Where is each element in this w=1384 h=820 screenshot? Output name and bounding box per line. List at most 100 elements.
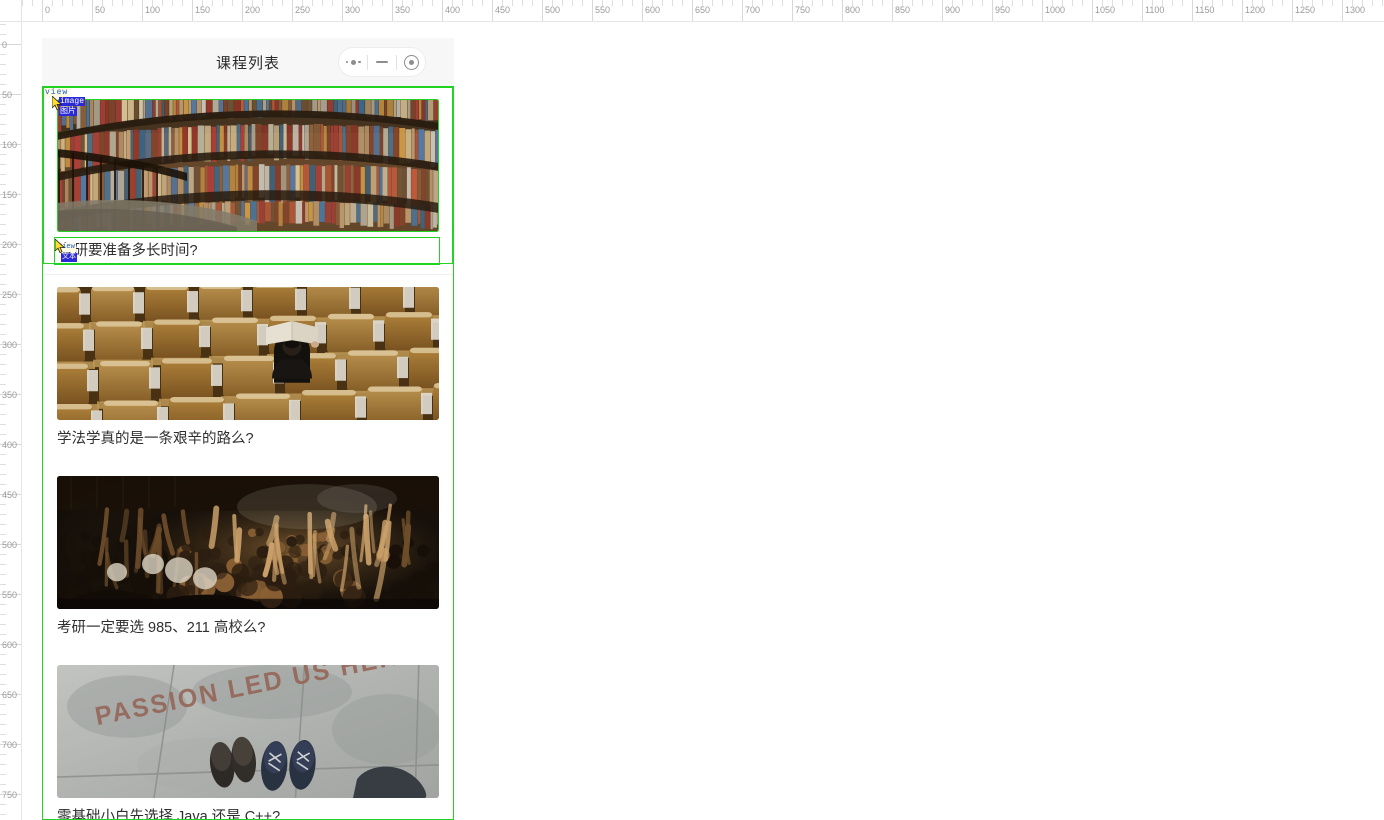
ruler-tick-minor (0, 184, 6, 185)
ruler-tick-minor (1022, 0, 1023, 6)
more-menu-button[interactable] (339, 48, 367, 76)
ruler-tick-minor (0, 474, 6, 475)
ruler-tick-minor (0, 34, 6, 35)
ruler-tick-minor (0, 154, 6, 155)
ruler-tick-minor (0, 524, 6, 525)
ruler-tick-minor (262, 0, 263, 6)
ruler-tick-minor (132, 0, 133, 6)
ruler-label-v: 0 (2, 40, 8, 50)
ruler-tick-minor (1072, 0, 1073, 6)
ruler-tick-minor (0, 614, 6, 615)
list-item[interactable]: 考研一定要选 985、211 高校么? (43, 464, 453, 639)
list-item-title[interactable]: 考研要准备多长时间? (54, 237, 440, 265)
ruler-tick-minor (912, 0, 913, 6)
library-bookshelves-photo (57, 99, 439, 232)
ruler-label-v: 450 (2, 490, 18, 500)
ruler-tick-minor (0, 764, 6, 765)
capsule-button-group[interactable] (338, 47, 426, 77)
list-item-image[interactable]: PASSION LED US HERE (57, 665, 439, 798)
vertical-ruler: 0 50 100 150 200 250 300 350 400 450 500 550 600 650 7… (0, 0, 22, 820)
ruler-label-v: 100 (2, 140, 18, 150)
thumbnail-wrapper: image 图片 (43, 87, 453, 232)
ruler-tick-minor (0, 284, 6, 285)
list-item-image[interactable] (57, 99, 439, 232)
navigation-bar: 课程列表 (42, 38, 454, 86)
ruler-tick-minor (512, 0, 513, 6)
thumbnail-wrapper (43, 275, 453, 420)
thumbnail-wrapper (43, 464, 453, 609)
ruler-tick-minor (282, 0, 283, 6)
ruler-label-v: 50 (2, 90, 13, 100)
ruler-label-h: 1050 (1095, 5, 1116, 15)
close-target-button[interactable] (397, 48, 425, 76)
ruler-tick-minor (712, 0, 713, 6)
ruler-label-h: 1150 (1195, 5, 1215, 15)
list-item-image[interactable] (57, 476, 439, 609)
ruler-tick-minor (722, 0, 723, 6)
list-item-title[interactable]: 考研一定要选 985、211 高校么? (57, 617, 439, 639)
list-item[interactable]: image 图片 考研要准备多长时间? view 文本 (43, 87, 453, 265)
ruler-tick-minor (0, 484, 6, 485)
ruler-tick-minor (0, 364, 6, 365)
ruler-tick-minor (382, 0, 383, 6)
ruler-tick-minor (82, 0, 83, 6)
ruler-tick-minor (0, 504, 6, 505)
ruler-tick-minor (0, 724, 6, 725)
ruler-label-v: 650 (2, 690, 18, 700)
ruler-tick-minor (222, 0, 223, 6)
ruler-label-h: 800 (845, 5, 861, 15)
ruler-tick-minor (812, 0, 813, 6)
ruler-label-h: 200 (245, 5, 261, 15)
list-item[interactable]: 学法学真的是一条艰辛的路么? (43, 275, 453, 450)
ruler-tick-minor (622, 0, 623, 6)
ruler-tick-minor (0, 704, 6, 705)
ruler-tick-minor (0, 424, 6, 425)
ruler-label-v: 600 (2, 640, 18, 650)
ruler-tick-minor (822, 0, 823, 6)
ruler-tick-minor (482, 0, 483, 6)
ruler-tick-minor (0, 274, 6, 275)
ruler-tick-minor (0, 64, 6, 65)
ruler-tick-minor (232, 0, 233, 6)
more-dots-icon (345, 59, 361, 65)
list-item-title[interactable]: 零基础小白先选择 Java 还是 C++? (57, 806, 439, 819)
ruler-tick-minor (0, 684, 6, 685)
inspector-tag-image-cn: 图片 (59, 107, 77, 116)
ruler-tick-minor (522, 0, 523, 6)
ruler-tick-minor (0, 174, 6, 175)
ruler-tick-minor (1282, 0, 1283, 6)
minimize-button[interactable] (368, 48, 396, 76)
ruler-tick-minor (22, 0, 23, 6)
ruler-tick-minor (772, 0, 773, 6)
ruler-tick-minor (0, 204, 6, 205)
ruler-tick-minor (182, 0, 183, 6)
ruler-tick-minor (422, 0, 423, 6)
ruler-label-h: 250 (295, 5, 311, 15)
ruler-tick-minor (322, 0, 323, 6)
ruler-tick-minor (872, 0, 873, 6)
ruler-tick-minor (1012, 0, 1013, 6)
ruler-label-h: 300 (345, 5, 361, 15)
list-item-image[interactable] (57, 287, 439, 420)
ruler-tick-minor (932, 0, 933, 6)
ruler-tick-minor (0, 224, 6, 225)
list-item[interactable]: PASSION LED US HERE 零基础小白先选择 Java 还是 C++… (43, 653, 453, 819)
inspector-tag-view: view (44, 88, 70, 97)
ruler-tick-minor (0, 114, 6, 115)
ruler-tick-minor (1232, 0, 1233, 6)
ruler-tick-minor (982, 0, 983, 6)
ruler-tick-minor (122, 0, 123, 6)
ruler-label-h: 450 (495, 5, 511, 15)
ruler-tick-minor (1272, 0, 1273, 6)
ruler-tick-minor (0, 804, 6, 805)
list-item-title[interactable]: 学法学真的是一条艰辛的路么? (57, 428, 439, 450)
ruler-label-h: 1200 (1245, 5, 1266, 15)
ruler-tick-minor (372, 0, 373, 6)
ruler-tick-minor (1332, 0, 1333, 6)
ruler-tick-minor (272, 0, 273, 6)
ruler-label-h: 350 (395, 5, 411, 15)
ruler-tick-minor (472, 0, 473, 6)
course-list-scroll-view[interactable]: view image 图片 考研要准备多长时间? view 文本 学法学真的是一… (42, 86, 454, 820)
ruler-tick-minor (0, 674, 6, 675)
ruler-tick-minor (1122, 0, 1123, 6)
